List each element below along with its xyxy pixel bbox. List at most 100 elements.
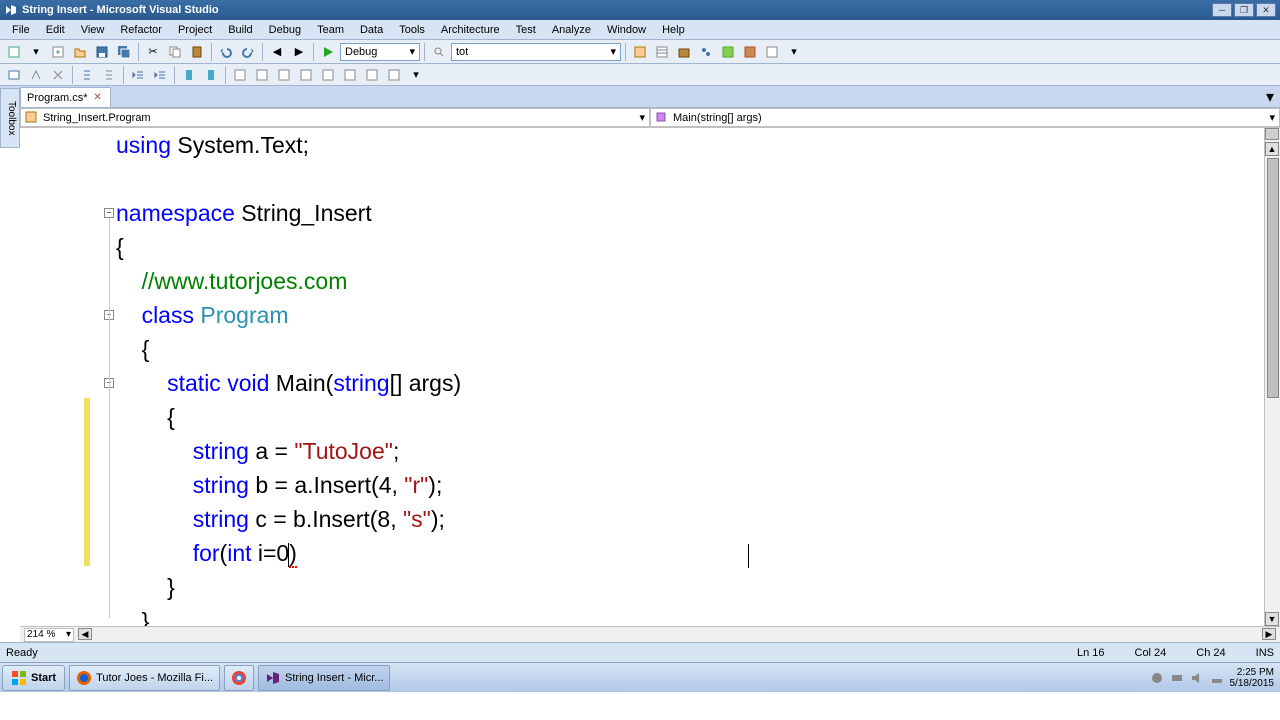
scroll-up-arrow[interactable]: ▲ xyxy=(1265,142,1279,156)
editor-margin[interactable]: − − − xyxy=(20,128,116,626)
new-project-button[interactable] xyxy=(4,42,24,62)
menu-architecture[interactable]: Architecture xyxy=(433,22,508,38)
document-tab[interactable]: Program.cs* ✕ xyxy=(20,87,111,107)
menu-project[interactable]: Project xyxy=(170,22,220,38)
menu-help[interactable]: Help xyxy=(654,22,693,38)
tb2-btn-c[interactable] xyxy=(274,65,294,85)
scroll-thumb[interactable] xyxy=(1267,158,1279,398)
copy-button[interactable] xyxy=(165,42,185,62)
maximize-button[interactable]: ❐ xyxy=(1234,3,1254,17)
windows-taskbar: Start Tutor Joes - Mozilla Fi... String … xyxy=(0,662,1280,692)
extension-mgr-button[interactable] xyxy=(740,42,760,62)
change-indicator xyxy=(84,398,90,566)
chrome-icon xyxy=(231,670,247,686)
toggle-button[interactable] xyxy=(48,65,68,85)
scroll-right-arrow[interactable]: ▶ xyxy=(1262,628,1276,640)
new-file-dropdown[interactable]: ▾ xyxy=(26,42,46,62)
tb2-btn-d[interactable] xyxy=(296,65,316,85)
method-icon xyxy=(655,111,669,125)
secondary-cursor xyxy=(748,544,749,568)
tab-close-icon[interactable]: ✕ xyxy=(92,92,104,104)
error-squiggle: ) xyxy=(289,540,297,568)
toolbox-button[interactable] xyxy=(674,42,694,62)
open-file-button[interactable] xyxy=(70,42,90,62)
bookmark-next-button[interactable] xyxy=(201,65,221,85)
add-item-button[interactable] xyxy=(48,42,68,62)
solution-explorer-button[interactable] xyxy=(630,42,650,62)
cut-button[interactable]: ✂ xyxy=(143,42,163,62)
team-explorer-button[interactable] xyxy=(696,42,716,62)
nav-back-button[interactable]: ◀ xyxy=(267,42,287,62)
tb2-btn-e[interactable] xyxy=(318,65,338,85)
intellisense-button[interactable] xyxy=(26,65,46,85)
menu-team[interactable]: Team xyxy=(309,22,352,38)
class-dropdown[interactable]: String_Insert.Program ▾ xyxy=(20,108,650,127)
decrease-indent-button[interactable] xyxy=(128,65,148,85)
comment-button[interactable] xyxy=(77,65,97,85)
scroll-left-arrow[interactable]: ◀ xyxy=(78,628,92,640)
uncomment-button[interactable] xyxy=(99,65,119,85)
menu-view[interactable]: View xyxy=(73,22,113,38)
tb2-btn-a[interactable] xyxy=(230,65,250,85)
taskbar-vs[interactable]: String Insert - Micr... xyxy=(258,665,390,691)
save-button[interactable] xyxy=(92,42,112,62)
volume-icon[interactable] xyxy=(1190,671,1204,685)
find-in-files-button[interactable] xyxy=(429,42,449,62)
split-handle[interactable] xyxy=(1265,128,1279,140)
start-debug-button[interactable] xyxy=(318,42,338,62)
toolbox-sidetab[interactable]: Toolbox xyxy=(0,88,20,148)
menu-tools[interactable]: Tools xyxy=(391,22,433,38)
tray-icon-2[interactable] xyxy=(1170,671,1184,685)
menu-analyze[interactable]: Analyze xyxy=(544,22,599,38)
start-page-button[interactable] xyxy=(718,42,738,62)
menu-refactor[interactable]: Refactor xyxy=(112,22,170,38)
windows-logo-icon xyxy=(11,670,27,686)
network-icon[interactable] xyxy=(1210,671,1224,685)
code-editor[interactable]: using System.Text; namespace String_Inse… xyxy=(116,128,1264,626)
vertical-scrollbar[interactable]: ▲ ▼ xyxy=(1264,128,1280,626)
menu-test[interactable]: Test xyxy=(508,22,544,38)
clock[interactable]: 2:25 PM 5/18/2015 xyxy=(1230,667,1275,689)
find-combo[interactable]: tot▾ xyxy=(451,43,621,61)
config-dropdown[interactable]: Debug▾ xyxy=(340,43,420,61)
toolbar-overflow[interactable]: ▾ xyxy=(784,42,804,62)
tb2-btn-g[interactable] xyxy=(362,65,382,85)
window-dropdown[interactable] xyxy=(762,42,782,62)
menu-window[interactable]: Window xyxy=(599,22,654,38)
menu-edit[interactable]: Edit xyxy=(38,22,73,38)
member-dropdown[interactable]: Main(string[] args) ▾ xyxy=(650,108,1280,127)
undo-button[interactable] xyxy=(216,42,236,62)
start-button[interactable]: Start xyxy=(2,665,65,691)
menu-file[interactable]: File xyxy=(4,22,38,38)
horizontal-scrollbar[interactable]: ◀ ▶ xyxy=(78,628,1276,642)
menu-build[interactable]: Build xyxy=(220,22,260,38)
tab-dropdown-icon[interactable]: ▾ xyxy=(1260,87,1280,107)
bookmark-prev-button[interactable] xyxy=(179,65,199,85)
outline-toggle-namespace[interactable]: − xyxy=(104,208,114,218)
tb2-btn-f[interactable] xyxy=(340,65,360,85)
close-button[interactable]: ✕ xyxy=(1256,3,1276,17)
editor-area: − − − using System.Text; namespace Strin… xyxy=(20,128,1280,626)
save-all-button[interactable] xyxy=(114,42,134,62)
menu-data[interactable]: Data xyxy=(352,22,391,38)
minimize-button[interactable]: ─ xyxy=(1212,3,1232,17)
redo-button[interactable] xyxy=(238,42,258,62)
nav-fwd-button[interactable]: ▶ xyxy=(289,42,309,62)
tb2-btn-h[interactable] xyxy=(384,65,404,85)
menu-debug[interactable]: Debug xyxy=(261,22,309,38)
taskbar-firefox[interactable]: Tutor Joes - Mozilla Fi... xyxy=(69,665,220,691)
taskbar-chrome[interactable] xyxy=(224,665,254,691)
tb2-btn-b[interactable] xyxy=(252,65,272,85)
system-tray: 2:25 PM 5/18/2015 xyxy=(1150,667,1279,689)
toolbar2-overflow[interactable]: ▾ xyxy=(406,65,426,85)
zoom-dropdown[interactable]: 214 %▾ xyxy=(24,628,74,642)
titlebar: String Insert - Microsoft Visual Studio … xyxy=(0,0,1280,20)
scroll-down-arrow[interactable]: ▼ xyxy=(1265,612,1279,626)
toolbar-standard: ▾ ✂ ◀ ▶ Debug▾ tot▾ ▾ xyxy=(0,40,1280,64)
properties-button[interactable] xyxy=(652,42,672,62)
paste-button[interactable] xyxy=(187,42,207,62)
tray-icon-1[interactable] xyxy=(1150,671,1164,685)
display-object-button[interactable] xyxy=(4,65,24,85)
increase-indent-button[interactable] xyxy=(150,65,170,85)
toolbar-text-editor: ▾ xyxy=(0,64,1280,86)
